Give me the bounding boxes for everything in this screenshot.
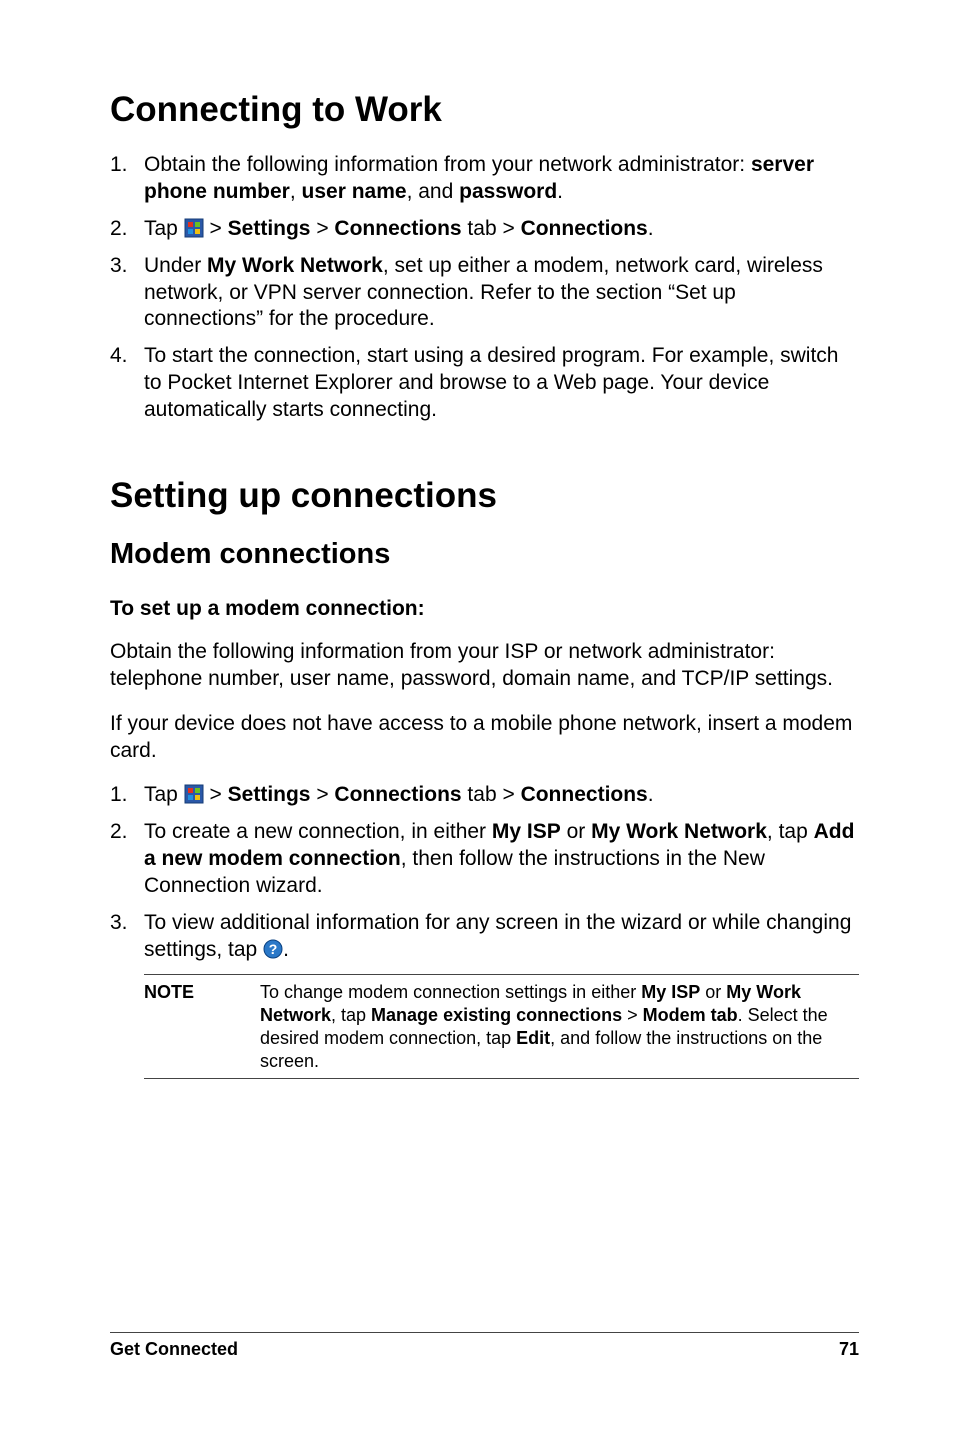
note-text: To change modem connection settings in e… [260, 981, 859, 1073]
list-content: Obtain the following information from yo… [144, 152, 859, 206]
list-content: To start the connection, start using a d… [144, 343, 859, 424]
list-number: 1. [110, 152, 144, 206]
list-content: Tap > Settings > Connections tab > Conne… [144, 782, 859, 809]
list-content: To view additional information for any s… [144, 910, 859, 964]
list-item: 2. Tap > Settings > Connections tab > Co… [110, 216, 859, 243]
list-number: 2. [110, 819, 144, 900]
note-label: NOTE [144, 981, 260, 1073]
list-content: To create a new connection, in either My… [144, 819, 859, 900]
start-icon [184, 218, 204, 238]
page-footer: Get Connected 71 [110, 1332, 859, 1360]
list-item: 3. To view additional information for an… [110, 910, 859, 964]
list-number: 1. [110, 782, 144, 809]
heading-setting-up-connections: Setting up connections [110, 476, 859, 516]
list-modem-connections: 1. Tap > Settings > Connections tab > Co… [110, 782, 859, 963]
list-number: 2. [110, 216, 144, 243]
heading-connecting-to-work: Connecting to Work [110, 90, 859, 130]
list-connecting-to-work: 1. Obtain the following information from… [110, 152, 859, 424]
help-icon: ? [263, 939, 283, 959]
start-icon [184, 784, 204, 804]
list-number: 3. [110, 910, 144, 964]
list-item: 1. Tap > Settings > Connections tab > Co… [110, 782, 859, 809]
list-content: Under My Work Network, set up either a m… [144, 253, 859, 334]
footer-section-title: Get Connected [110, 1339, 238, 1360]
heading-modem-connections: Modem connections [110, 538, 859, 571]
list-item: 2. To create a new connection, in either… [110, 819, 859, 900]
paragraph: If your device does not have access to a… [110, 711, 859, 765]
list-number: 3. [110, 253, 144, 334]
footer-page-number: 71 [839, 1339, 859, 1360]
note-box: NOTE To change modem connection settings… [144, 974, 859, 1079]
svg-text:?: ? [269, 941, 278, 957]
list-item: 3. Under My Work Network, set up either … [110, 253, 859, 334]
list-number: 4. [110, 343, 144, 424]
heading-to-set-up-modem: To set up a modem connection: [110, 597, 859, 621]
list-item: 1. Obtain the following information from… [110, 152, 859, 206]
paragraph: Obtain the following information from yo… [110, 639, 859, 693]
list-content: Tap > Settings > Connections tab > Conne… [144, 216, 859, 243]
list-item: 4. To start the connection, start using … [110, 343, 859, 424]
